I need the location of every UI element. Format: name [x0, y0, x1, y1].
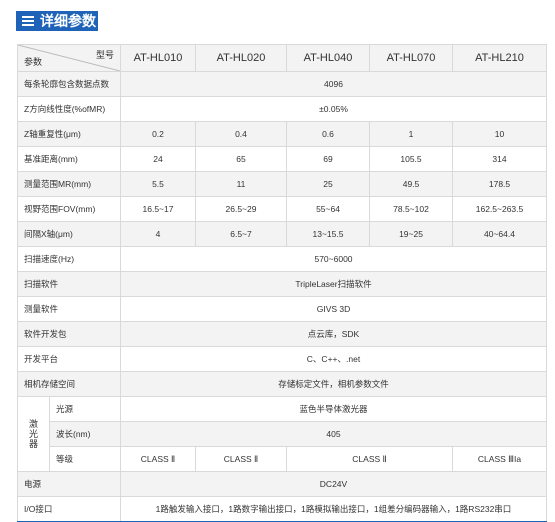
header-row: 型号 参数 AT-HL010 AT-HL020 AT-HL040 AT-HL07… — [17, 44, 547, 72]
row-label: 视野范围FOV(mm) — [17, 196, 121, 222]
row-value: 405 — [120, 421, 547, 447]
row-label: 间隔X轴(μm) — [17, 221, 121, 247]
row-label: 电源 — [17, 471, 121, 497]
row-label: 软件开发包 — [17, 321, 121, 347]
row-cell: CLASS Ⅱ — [286, 446, 453, 472]
row-cell: 0.6 — [286, 121, 370, 147]
row-label: 测量范围MR(mm) — [17, 171, 121, 197]
row-label: 扫描速度(Hz) — [17, 246, 121, 272]
row-label: 开发平台 — [17, 346, 121, 372]
table-row: 激 光 器 光源 蓝色半导体激光器 — [17, 396, 547, 472]
table-row: 每条轮廓包含数据点数 4096 — [17, 71, 547, 97]
row-label: 光源 — [49, 396, 121, 422]
row-label: 每条轮廓包含数据点数 — [17, 71, 121, 97]
table-row: 测量软件 GIVS 3D — [17, 296, 547, 322]
row-label: 扫描软件 — [17, 271, 121, 297]
row-cell: 13~15.5 — [286, 221, 370, 247]
row-cell: 0.4 — [195, 121, 287, 147]
row-cell: 178.5 — [452, 171, 547, 197]
table-row: 等级 CLASS Ⅱ CLASS Ⅱ CLASS Ⅱ CLASS ⅢIa — [18, 446, 547, 472]
table-row: I/O接口 1路触发输入接口，1路数字输出接口，1路模拟输出接口，1组差分编码器… — [17, 496, 547, 522]
table-row: 视野范围FOV(mm) 16.5~17 26.5~29 55~64 78.5~1… — [17, 196, 547, 222]
table-row: Z轴重复性(μm) 0.2 0.4 0.6 1 10 — [17, 121, 547, 147]
table-row: 开发平台 C、C++、.net — [17, 346, 547, 372]
row-cell: 162.5~263.5 — [452, 196, 547, 222]
row-cell: 49.5 — [369, 171, 453, 197]
row-cell: 25 — [286, 171, 370, 197]
row-cell: 24 — [120, 146, 196, 172]
section-title-text: 详细参数 — [40, 13, 96, 29]
row-cell: 4 — [120, 221, 196, 247]
row-label: 波长(nm) — [49, 421, 121, 447]
row-value: 570~6000 — [120, 246, 547, 272]
row-value: TripleLaser扫描软件 — [120, 271, 547, 297]
laser-group-label: 激 光 器 — [17, 396, 50, 472]
row-label: Z方向线性度(%ofMR) — [17, 96, 121, 122]
row-cell: 314 — [452, 146, 547, 172]
table-row: 相机存储空间 存储标定文件，相机参数文件 — [17, 371, 547, 397]
laser-char: 器 — [28, 439, 38, 449]
model-header: AT-HL010 — [120, 44, 196, 72]
row-cell: 10 — [452, 121, 547, 147]
model-header: AT-HL070 — [369, 44, 453, 72]
row-value: C、C++、.net — [120, 346, 547, 372]
row-cell: CLASS Ⅱ — [195, 446, 287, 472]
spec-page: 详细参数 型号 参数 AT-HL010 AT-HL020 AT-HL040 AT… — [0, 0, 555, 522]
row-cell: CLASS ⅢIa — [452, 446, 547, 472]
table-row: 扫描软件 TripleLaser扫描软件 — [17, 271, 547, 297]
row-cell: 40~64.4 — [452, 221, 547, 247]
table-row: 基准距离(mm) 24 65 69 105.5 314 — [17, 146, 547, 172]
row-cell: CLASS Ⅱ — [120, 446, 196, 472]
table-row: 间隔X轴(μm) 4 6.5~7 13~15.5 19~25 40~64.4 — [17, 221, 547, 247]
row-value: GIVS 3D — [120, 296, 547, 322]
row-cell: 0.2 — [120, 121, 196, 147]
row-value: 点云库，SDK — [120, 321, 547, 347]
model-header: AT-HL040 — [286, 44, 370, 72]
row-cell: 65 — [195, 146, 287, 172]
row-value: 1路触发输入接口，1路数字输出接口，1路模拟输出接口，1组差分编码器输入，1路R… — [120, 496, 547, 522]
laser-char: 激 — [28, 419, 38, 429]
row-label: 基准距离(mm) — [17, 146, 121, 172]
table-row: 扫描速度(Hz) 570~6000 — [17, 246, 547, 272]
row-cell: 16.5~17 — [120, 196, 196, 222]
header-model-label: 型号 — [95, 50, 114, 60]
row-label: 相机存储空间 — [17, 371, 121, 397]
row-value: ±0.05% — [120, 96, 547, 122]
row-value: 蓝色半导体激光器 — [120, 396, 547, 422]
table-row: 电源 DC24V — [17, 471, 547, 497]
table-row: Z方向线性度(%ofMR) ±0.05% — [17, 96, 547, 122]
row-value: DC24V — [120, 471, 547, 497]
row-cell: 55~64 — [286, 196, 370, 222]
row-cell: 6.5~7 — [195, 221, 287, 247]
model-header: AT-HL210 — [452, 44, 547, 72]
row-cell: 26.5~29 — [195, 196, 287, 222]
list-icon — [22, 16, 34, 26]
row-cell: 1 — [369, 121, 453, 147]
row-label: 测量软件 — [17, 296, 121, 322]
model-header: AT-HL020 — [195, 44, 287, 72]
row-label: 等级 — [49, 446, 121, 472]
spec-table: 型号 参数 AT-HL010 AT-HL020 AT-HL040 AT-HL07… — [17, 44, 547, 522]
row-cell: 105.5 — [369, 146, 453, 172]
header-corner-cell: 型号 参数 — [17, 44, 121, 72]
row-value: 存储标定文件，相机参数文件 — [120, 371, 547, 397]
section-title: 详细参数 — [16, 11, 98, 31]
laser-char: 光 — [28, 429, 38, 439]
row-cell: 78.5~102 — [369, 196, 453, 222]
table-row: 软件开发包 点云库，SDK — [17, 321, 547, 347]
row-cell: 5.5 — [120, 171, 196, 197]
row-label: I/O接口 — [17, 496, 121, 522]
row-label: Z轴重复性(μm) — [17, 121, 121, 147]
row-cell: 11 — [195, 171, 287, 197]
header-param-label: 参数 — [24, 57, 43, 67]
row-cell: 69 — [286, 146, 370, 172]
table-row: 波长(nm) 405 — [18, 421, 547, 447]
table-row: 测量范围MR(mm) 5.5 11 25 49.5 178.5 — [17, 171, 547, 197]
row-cell: 19~25 — [369, 221, 453, 247]
row-value: 4096 — [120, 71, 547, 97]
